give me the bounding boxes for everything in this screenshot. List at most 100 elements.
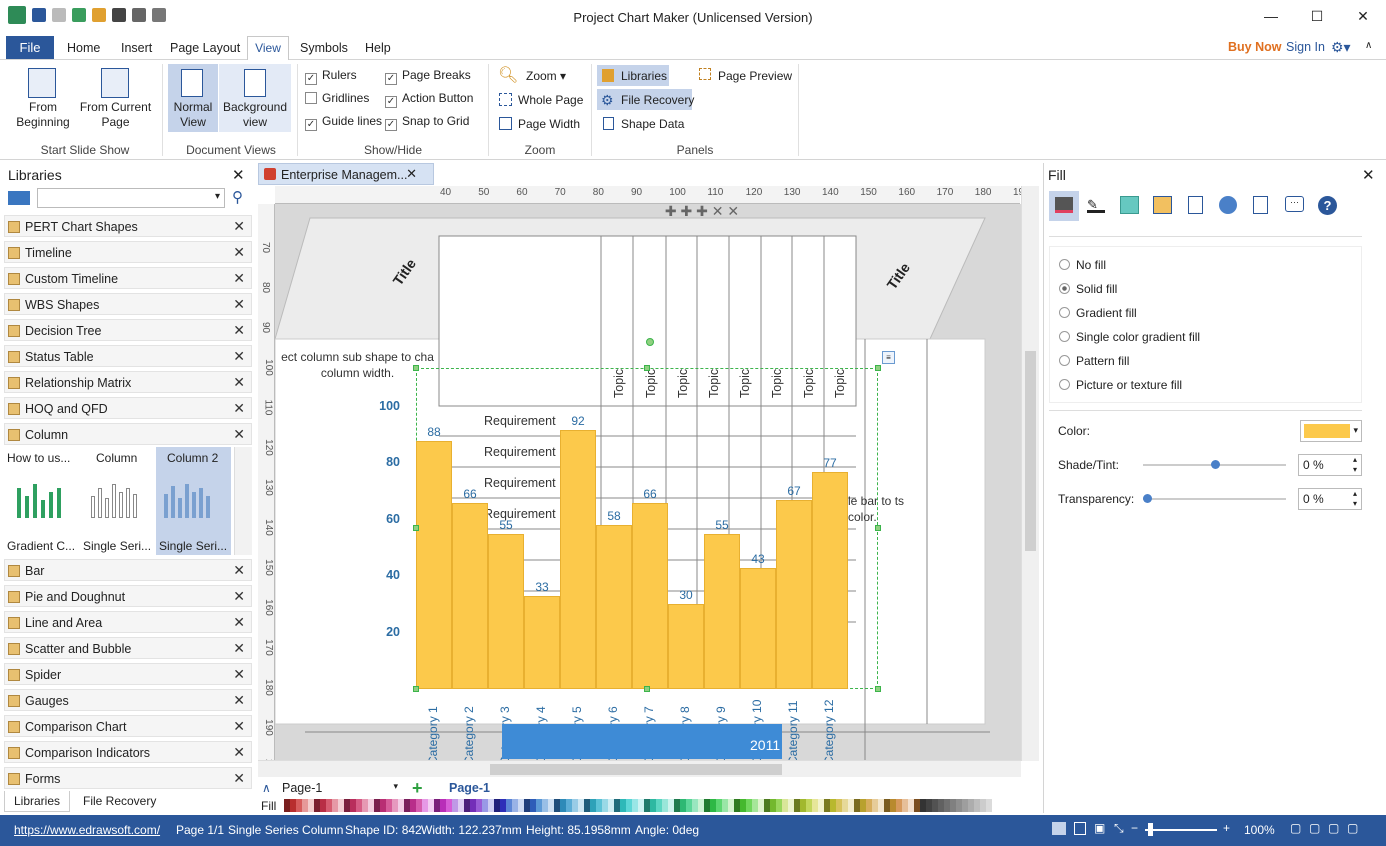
library-item[interactable]: WBS Shapes ✕ <box>4 293 252 315</box>
library-item[interactable]: Comparison Indicators ✕ <box>4 741 252 763</box>
library-close-icon[interactable]: ✕ <box>233 270 245 287</box>
chart-bar[interactable] <box>596 525 632 689</box>
library-item[interactable]: Comparison Chart ✕ <box>4 715 252 737</box>
page-selector[interactable]: Page-1 ▾ <box>282 781 402 795</box>
add-page-icon[interactable]: + <box>412 778 423 799</box>
rotate-handle[interactable] <box>646 338 654 346</box>
color-picker[interactable]: ▾ <box>1300 420 1362 442</box>
fill-option[interactable]: No fill <box>1059 258 1106 272</box>
horizontal-scrollbar[interactable] <box>258 760 1021 777</box>
library-item[interactable]: Forms ✕ <box>4 767 252 789</box>
palette-swatch[interactable] <box>986 799 992 812</box>
resize-handle[interactable] <box>644 686 650 692</box>
thumb-single-series-2[interactable] <box>164 482 224 518</box>
library-close-icon[interactable]: ✕ <box>233 322 245 339</box>
library-close-icon[interactable]: ✕ <box>233 348 245 365</box>
shadow-icon[interactable] <box>1120 196 1139 214</box>
library-item[interactable]: Timeline ✕ <box>4 241 252 263</box>
library-close-icon[interactable]: ✕ <box>233 244 245 261</box>
shade-input[interactable]: 0 % ▴ ▾ <box>1298 454 1362 476</box>
page-breaks-checkbox[interactable]: ✓ Page Breaks <box>385 68 471 85</box>
library-close-icon[interactable]: ✕ <box>233 588 245 605</box>
library-close-icon[interactable]: ✕ <box>233 296 245 313</box>
menu-help[interactable]: Help <box>365 41 391 55</box>
page-nav-up-icon[interactable]: ∧ <box>262 781 271 795</box>
library-menu-icon[interactable] <box>8 191 30 205</box>
close-icon[interactable]: ✕ <box>1340 0 1386 32</box>
library-close-icon[interactable]: ✕ <box>233 666 245 683</box>
library-item[interactable]: Gauges ✕ <box>4 689 252 711</box>
thumb-gradient-column[interactable] <box>17 482 67 518</box>
library-close-icon[interactable]: ✕ <box>233 614 245 631</box>
library-item[interactable]: Custom Timeline ✕ <box>4 267 252 289</box>
shape-action-icon[interactable]: ≡ <box>882 351 895 364</box>
transparency-slider-track[interactable] <box>1143 498 1286 500</box>
chart-bar[interactable] <box>632 502 668 689</box>
chart-bar[interactable] <box>776 500 812 689</box>
sign-in-link[interactable]: Sign In <box>1286 40 1325 54</box>
library-item[interactable]: Decision Tree ✕ <box>4 319 252 341</box>
buy-now-link[interactable]: Buy Now <box>1228 40 1281 54</box>
transparency-slider-thumb[interactable] <box>1143 494 1152 503</box>
zoom-slider-thumb[interactable] <box>1148 823 1153 836</box>
ribbon-collapse-icon[interactable]: ∧ <box>1365 40 1372 51</box>
library-close-icon[interactable]: ✕ <box>233 770 245 787</box>
document-tab-close-icon[interactable]: ✕ <box>406 166 417 182</box>
library-close-icon[interactable]: ✕ <box>233 426 245 443</box>
zoom-level[interactable]: 100% <box>1244 823 1275 837</box>
fill-option[interactable]: Single color gradient fill <box>1059 330 1200 344</box>
view-present-icon[interactable]: ▣ <box>1094 821 1105 835</box>
library-item[interactable]: Line and Area ✕ <box>4 611 252 633</box>
file-menu[interactable]: File <box>6 36 54 59</box>
library-close-icon[interactable]: ✕ <box>233 744 245 761</box>
line-icon[interactable]: ✎ <box>1087 197 1105 213</box>
library-item[interactable]: PERT Chart Shapes ✕ <box>4 215 252 237</box>
library-item[interactable]: Relationship Matrix ✕ <box>4 371 252 393</box>
whole-page-button[interactable]: Whole Page <box>518 93 583 107</box>
chart-bar[interactable] <box>524 595 560 689</box>
zoom-dropdown[interactable]: Zoom ▾ <box>526 69 566 83</box>
fit-icon[interactable]: ⤡ <box>1114 821 1124 836</box>
thumbs-scrollbar[interactable] <box>234 447 252 555</box>
vertical-scrollbar[interactable] <box>1021 186 1039 761</box>
fit-page-icon[interactable]: ▢ <box>1290 821 1301 835</box>
resize-handle[interactable] <box>644 365 650 371</box>
library-close-icon[interactable]: ✕ <box>233 692 245 709</box>
chart-bar[interactable] <box>812 471 848 689</box>
from-current-button[interactable]: From Current Page <box>78 100 153 130</box>
pan-icon[interactable]: ▢ <box>1347 821 1358 835</box>
help-icon[interactable]: ? <box>1318 196 1337 215</box>
library-item[interactable]: Bar ✕ <box>4 559 252 581</box>
resize-handle[interactable] <box>875 525 881 531</box>
library-close-icon[interactable]: ✕ <box>233 718 245 735</box>
menu-view[interactable]: View <box>247 36 289 61</box>
library-item[interactable]: Pie and Doughnut ✕ <box>4 585 252 607</box>
library-close-icon[interactable]: ✕ <box>233 562 245 579</box>
menu-home[interactable]: Home <box>67 41 100 55</box>
fill-panel-close-icon[interactable]: ✕ <box>1362 166 1375 184</box>
resize-handle[interactable] <box>413 525 419 531</box>
resize-handle[interactable] <box>875 686 881 692</box>
resize-handle[interactable] <box>875 365 881 371</box>
zoom-in-icon[interactable]: + <box>1223 821 1230 835</box>
resize-handle[interactable] <box>413 365 419 371</box>
guide-lines-checkbox[interactable]: ✓ Guide lines <box>305 114 382 131</box>
library-close-icon[interactable]: ✕ <box>233 374 245 391</box>
shape-data-button[interactable]: Shape Data <box>621 117 684 131</box>
libraries-close-icon[interactable]: ✕ <box>232 166 245 184</box>
library-close-icon[interactable]: ✕ <box>233 400 245 417</box>
tab-file-recovery[interactable]: File Recovery <box>83 794 156 808</box>
library-item[interactable]: Scatter and Bubble ✕ <box>4 637 252 659</box>
chart-bar[interactable] <box>668 604 704 689</box>
arrange-icon[interactable] <box>1153 196 1172 214</box>
menu-symbols[interactable]: Symbols <box>300 41 348 55</box>
fill-option[interactable]: Picture or texture fill <box>1059 378 1182 392</box>
library-item[interactable]: Status Table ✕ <box>4 345 252 367</box>
hyperlink-icon[interactable] <box>1219 196 1237 214</box>
chart-bar[interactable] <box>740 567 776 689</box>
fill-option[interactable]: Solid fill <box>1059 282 1117 296</box>
menu-page-layout[interactable]: Page Layout <box>170 41 240 55</box>
fit-width-icon[interactable]: ▢ <box>1309 821 1320 835</box>
page-width-button[interactable]: Page Width <box>518 117 580 131</box>
page-preview-button[interactable]: Page Preview <box>718 69 792 83</box>
